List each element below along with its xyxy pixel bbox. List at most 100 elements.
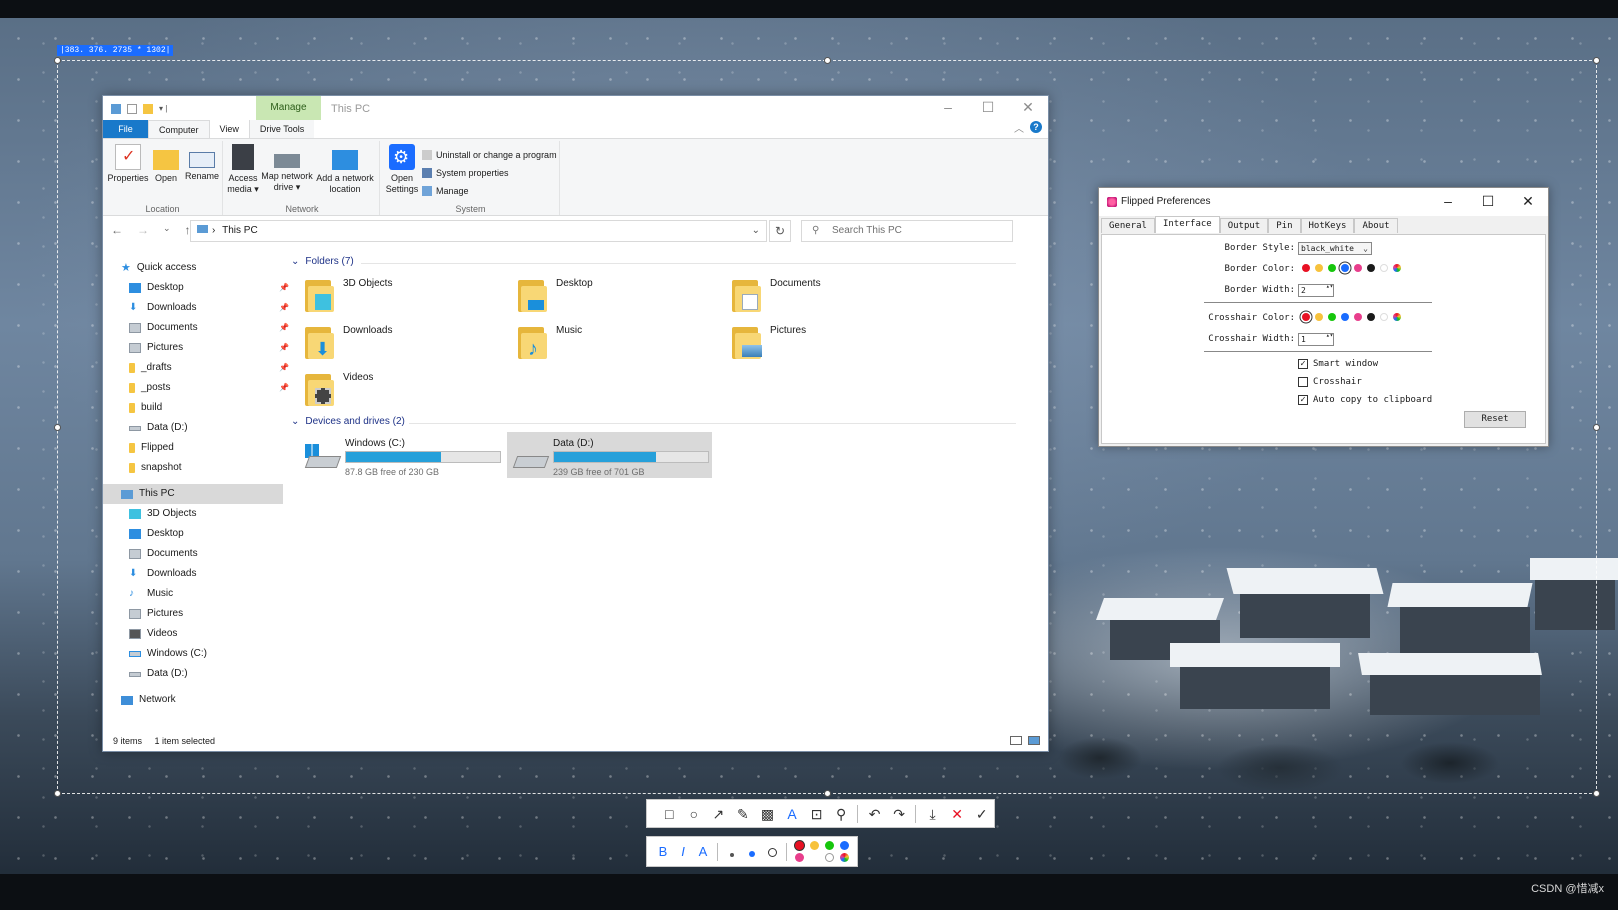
- collapse-ribbon-icon[interactable]: ︿: [1014, 120, 1024, 135]
- nav-qa-pictures[interactable]: Pictures 📌: [129, 338, 289, 358]
- tab-pin[interactable]: Pin: [1268, 218, 1301, 233]
- resize-handle-br[interactable]: [1593, 790, 1600, 797]
- nav-pc-music[interactable]: ♪ Music: [129, 584, 173, 604]
- nav-pc-data-d[interactable]: Data (D:): [129, 664, 188, 684]
- resize-handle-b[interactable]: [824, 790, 831, 797]
- new-folder-qat-icon[interactable]: [143, 104, 153, 114]
- nav-qa-snapshot[interactable]: snapshot: [129, 458, 182, 478]
- nav-qa-flipped[interactable]: Flipped: [129, 438, 174, 458]
- close-button[interactable]: ✕: [1508, 188, 1548, 216]
- tab-hotkeys[interactable]: HotKeys: [1300, 218, 1355, 233]
- crosshair-width-spinner[interactable]: 1: [1298, 333, 1334, 346]
- folder-3d-objects[interactable]: 3D Objects: [305, 278, 392, 312]
- reset-button[interactable]: Reset: [1464, 411, 1526, 428]
- pin-icon[interactable]: 📌: [279, 358, 289, 378]
- maximize-button[interactable]: ☐: [1468, 188, 1508, 216]
- resize-handle-tl[interactable]: [54, 57, 61, 64]
- pin-icon[interactable]: 📌: [279, 318, 289, 338]
- uninstall-program-button[interactable]: Uninstall or change a program: [422, 146, 557, 164]
- qat-dropdown-icon[interactable]: ▾ |: [159, 104, 167, 114]
- properties-qat-icon[interactable]: [127, 104, 137, 114]
- nav-pc-videos[interactable]: Videos: [129, 624, 177, 644]
- minimize-button[interactable]: –: [1428, 188, 1468, 216]
- tab-interface[interactable]: Interface: [1154, 216, 1220, 233]
- system-properties-button[interactable]: System properties: [422, 164, 557, 182]
- folder-desktop[interactable]: Desktop: [518, 278, 593, 312]
- resize-handle-bl[interactable]: [54, 790, 61, 797]
- manage-contextual-tab[interactable]: Manage: [256, 96, 321, 120]
- swatch-white[interactable]: [825, 853, 834, 862]
- nav-pc-downloads[interactable]: ⬇ Downloads: [129, 564, 196, 584]
- nav-qa-documents[interactable]: Documents 📌: [129, 318, 289, 338]
- drive-data-d[interactable]: Data (D:) 239 GB free of 701 GB: [507, 432, 712, 478]
- details-view-icon[interactable]: [1010, 736, 1022, 745]
- bold-icon[interactable]: B: [653, 841, 673, 863]
- resize-handle-t[interactable]: [824, 57, 831, 64]
- tab-output[interactable]: Output: [1219, 218, 1269, 233]
- minimize-button[interactable]: –: [928, 96, 968, 120]
- close-button[interactable]: ✕: [1008, 96, 1048, 120]
- rename-button[interactable]: Rename: [183, 144, 221, 182]
- refresh-button[interactable]: ↻: [769, 220, 791, 242]
- swatch-pink[interactable]: [1354, 313, 1362, 321]
- swatch-blue[interactable]: [1341, 313, 1349, 321]
- crosshair-checkbox[interactable]: Crosshair: [1298, 377, 1362, 387]
- address-dropdown-icon[interactable]: ⌄: [752, 221, 760, 241]
- nav-qa-posts[interactable]: _posts 📌: [129, 378, 289, 398]
- nav-pc-windows-c[interactable]: Windows (C:): [129, 644, 207, 664]
- folder-documents[interactable]: Documents: [732, 278, 821, 312]
- nav-pc-documents[interactable]: Documents: [129, 544, 198, 564]
- resize-handle-l[interactable]: [54, 424, 61, 431]
- forward-icon[interactable]: →: [137, 223, 149, 237]
- back-icon[interactable]: ←: [111, 223, 123, 237]
- drive-windows-c[interactable]: Windows (C:) 87.8 GB free of 230 GB: [299, 432, 504, 478]
- swatch-red[interactable]: [1302, 313, 1310, 321]
- color-picker-icon[interactable]: [1393, 264, 1401, 272]
- counter-tool-icon[interactable]: ⊡: [804, 803, 829, 825]
- undo-icon[interactable]: ↶: [862, 803, 887, 825]
- tab-drive-tools[interactable]: Drive Tools: [248, 120, 315, 138]
- add-network-location-button[interactable]: Add a network location: [315, 144, 375, 195]
- arrow-tool-icon[interactable]: ↗: [706, 803, 731, 825]
- border-width-spinner[interactable]: 2: [1298, 284, 1334, 297]
- text-tool-icon[interactable]: A: [780, 803, 805, 825]
- open-settings-button[interactable]: ⚙ Open Settings: [384, 144, 420, 195]
- size-medium-icon[interactable]: [742, 841, 762, 863]
- tab-file[interactable]: File: [103, 120, 148, 138]
- nav-qa-downloads[interactable]: ⬇ Downloads 📌: [129, 298, 289, 318]
- drives-section-header[interactable]: ⌄ Devices and drives (2): [291, 416, 405, 427]
- tab-computer[interactable]: Computer: [148, 120, 210, 138]
- resize-handle-r[interactable]: [1593, 424, 1600, 431]
- nav-quick-access[interactable]: ★ Quick access: [121, 258, 196, 278]
- smart-window-checkbox[interactable]: ✓ Smart window: [1298, 359, 1378, 369]
- swatch-pink[interactable]: [1354, 264, 1362, 272]
- italic-icon[interactable]: I: [673, 841, 693, 863]
- nav-pc-3d-objects[interactable]: 3D Objects: [129, 504, 196, 524]
- nav-qa-desktop[interactable]: Desktop 📌: [129, 278, 289, 298]
- ellipse-tool-icon[interactable]: ○: [682, 803, 707, 825]
- swatch-blue[interactable]: [1341, 264, 1349, 272]
- pin-icon[interactable]: 📌: [279, 298, 289, 318]
- tab-general[interactable]: General: [1101, 218, 1155, 233]
- size-small-icon[interactable]: [722, 841, 742, 863]
- swatch-white[interactable]: [1380, 264, 1388, 272]
- redo-icon[interactable]: ↷: [887, 803, 912, 825]
- large-icons-view-icon[interactable]: [1028, 736, 1040, 745]
- swatch-green[interactable]: [1328, 264, 1336, 272]
- nav-pc-desktop[interactable]: Desktop: [129, 524, 184, 544]
- swatch-pink[interactable]: [795, 853, 804, 862]
- nav-pc-pictures[interactable]: Pictures: [129, 604, 183, 624]
- swatch-red[interactable]: [795, 841, 804, 850]
- folder-videos[interactable]: Videos: [305, 372, 373, 406]
- nav-qa-drafts[interactable]: _drafts 📌: [129, 358, 289, 378]
- swatch-yellow[interactable]: [1315, 264, 1323, 272]
- map-network-drive-button[interactable]: Map network drive ▾: [261, 144, 313, 193]
- rectangle-tool-icon[interactable]: □: [657, 803, 682, 825]
- maximize-button[interactable]: ☐: [968, 96, 1008, 120]
- folder-music[interactable]: ♪ Music: [518, 325, 582, 359]
- search-input[interactable]: ⚲ Search This PC: [801, 220, 1013, 242]
- help-icon[interactable]: ?: [1030, 121, 1042, 133]
- folder-pictures[interactable]: Pictures: [732, 325, 806, 359]
- outline-text-icon[interactable]: A: [693, 841, 713, 863]
- nav-qa-build[interactable]: build: [129, 398, 162, 418]
